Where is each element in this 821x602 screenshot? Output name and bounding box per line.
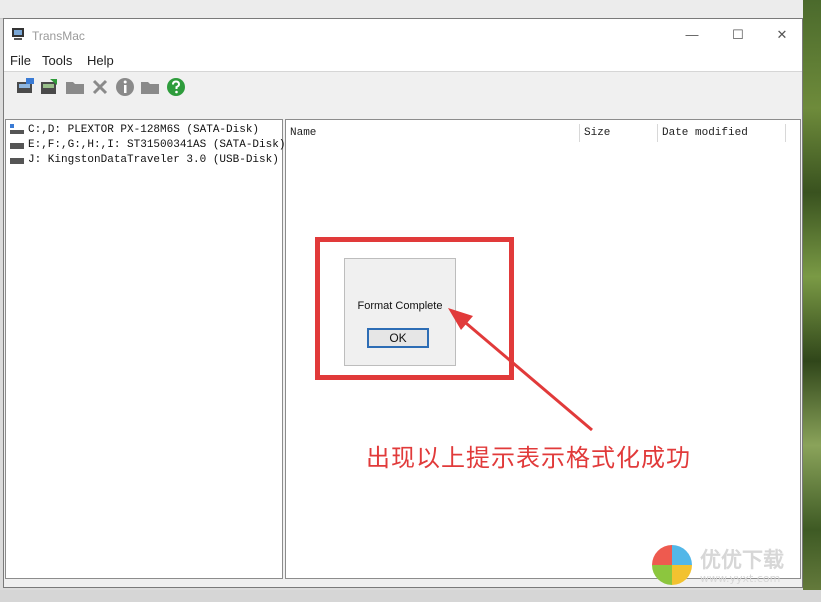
menu-tools[interactable]: Tools: [42, 53, 72, 68]
desktop-background: [803, 0, 821, 602]
watermark-text: 优优下载: [700, 548, 784, 572]
column-header-date-modified[interactable]: Date modified: [658, 124, 786, 142]
delete-icon[interactable]: [89, 76, 111, 98]
folder-icon[interactable]: [64, 76, 86, 98]
drive-label: E:,F:,G:,H:,I: ST31500341AS (SATA-Disk): [28, 139, 286, 151]
drive-row-c[interactable]: C:,D: PLEXTOR PX-128M6S (SATA-Disk): [10, 124, 259, 139]
transmac-app-icon: [12, 28, 24, 40]
title-bar: TransMac — ☐ ✕: [4, 19, 802, 51]
annotation-text: 出现以上提示表示格式化成功: [366, 444, 691, 472]
drive-label: J: KingstonDataTraveler 3.0 (USB-Disk): [28, 154, 279, 166]
window-title: TransMac: [32, 29, 85, 43]
minimize-button[interactable]: —: [670, 23, 714, 47]
highlight-box: [315, 237, 514, 380]
disk-image-icon[interactable]: [14, 76, 36, 98]
folder-open-icon[interactable]: [139, 76, 161, 98]
toolbar: [4, 72, 802, 118]
close-button[interactable]: ✕: [760, 23, 804, 47]
menu-bar: File Tools Help: [4, 51, 802, 72]
drive-icon: [10, 143, 24, 150]
menu-file[interactable]: File: [10, 53, 31, 68]
drive-list-pane: C:,D: PLEXTOR PX-128M6S (SATA-Disk) E:,F…: [5, 119, 285, 579]
help-icon[interactable]: [165, 76, 187, 98]
desktop-top-strip: [0, 0, 821, 19]
desktop-bottom-strip: [0, 590, 821, 602]
column-header-size[interactable]: Size: [580, 124, 658, 142]
drive-row-j[interactable]: J: KingstonDataTraveler 3.0 (USB-Disk): [10, 154, 279, 169]
watermark-url: www.yyxt.com: [700, 572, 781, 585]
column-header-name[interactable]: Name: [286, 124, 580, 142]
watermark-logo: [652, 545, 692, 585]
restore-disk-icon[interactable]: [38, 76, 60, 98]
drive-row-e[interactable]: E:,F:,G:,H:,I: ST31500341AS (SATA-Disk): [10, 139, 285, 154]
maximize-button[interactable]: ☐: [716, 23, 760, 47]
drive-label: C:,D: PLEXTOR PX-128M6S (SATA-Disk): [28, 124, 260, 136]
info-icon[interactable]: [114, 76, 136, 98]
menu-help[interactable]: Help: [87, 53, 114, 68]
drive-icon: [10, 124, 24, 135]
usb-drive-icon: [10, 158, 24, 165]
